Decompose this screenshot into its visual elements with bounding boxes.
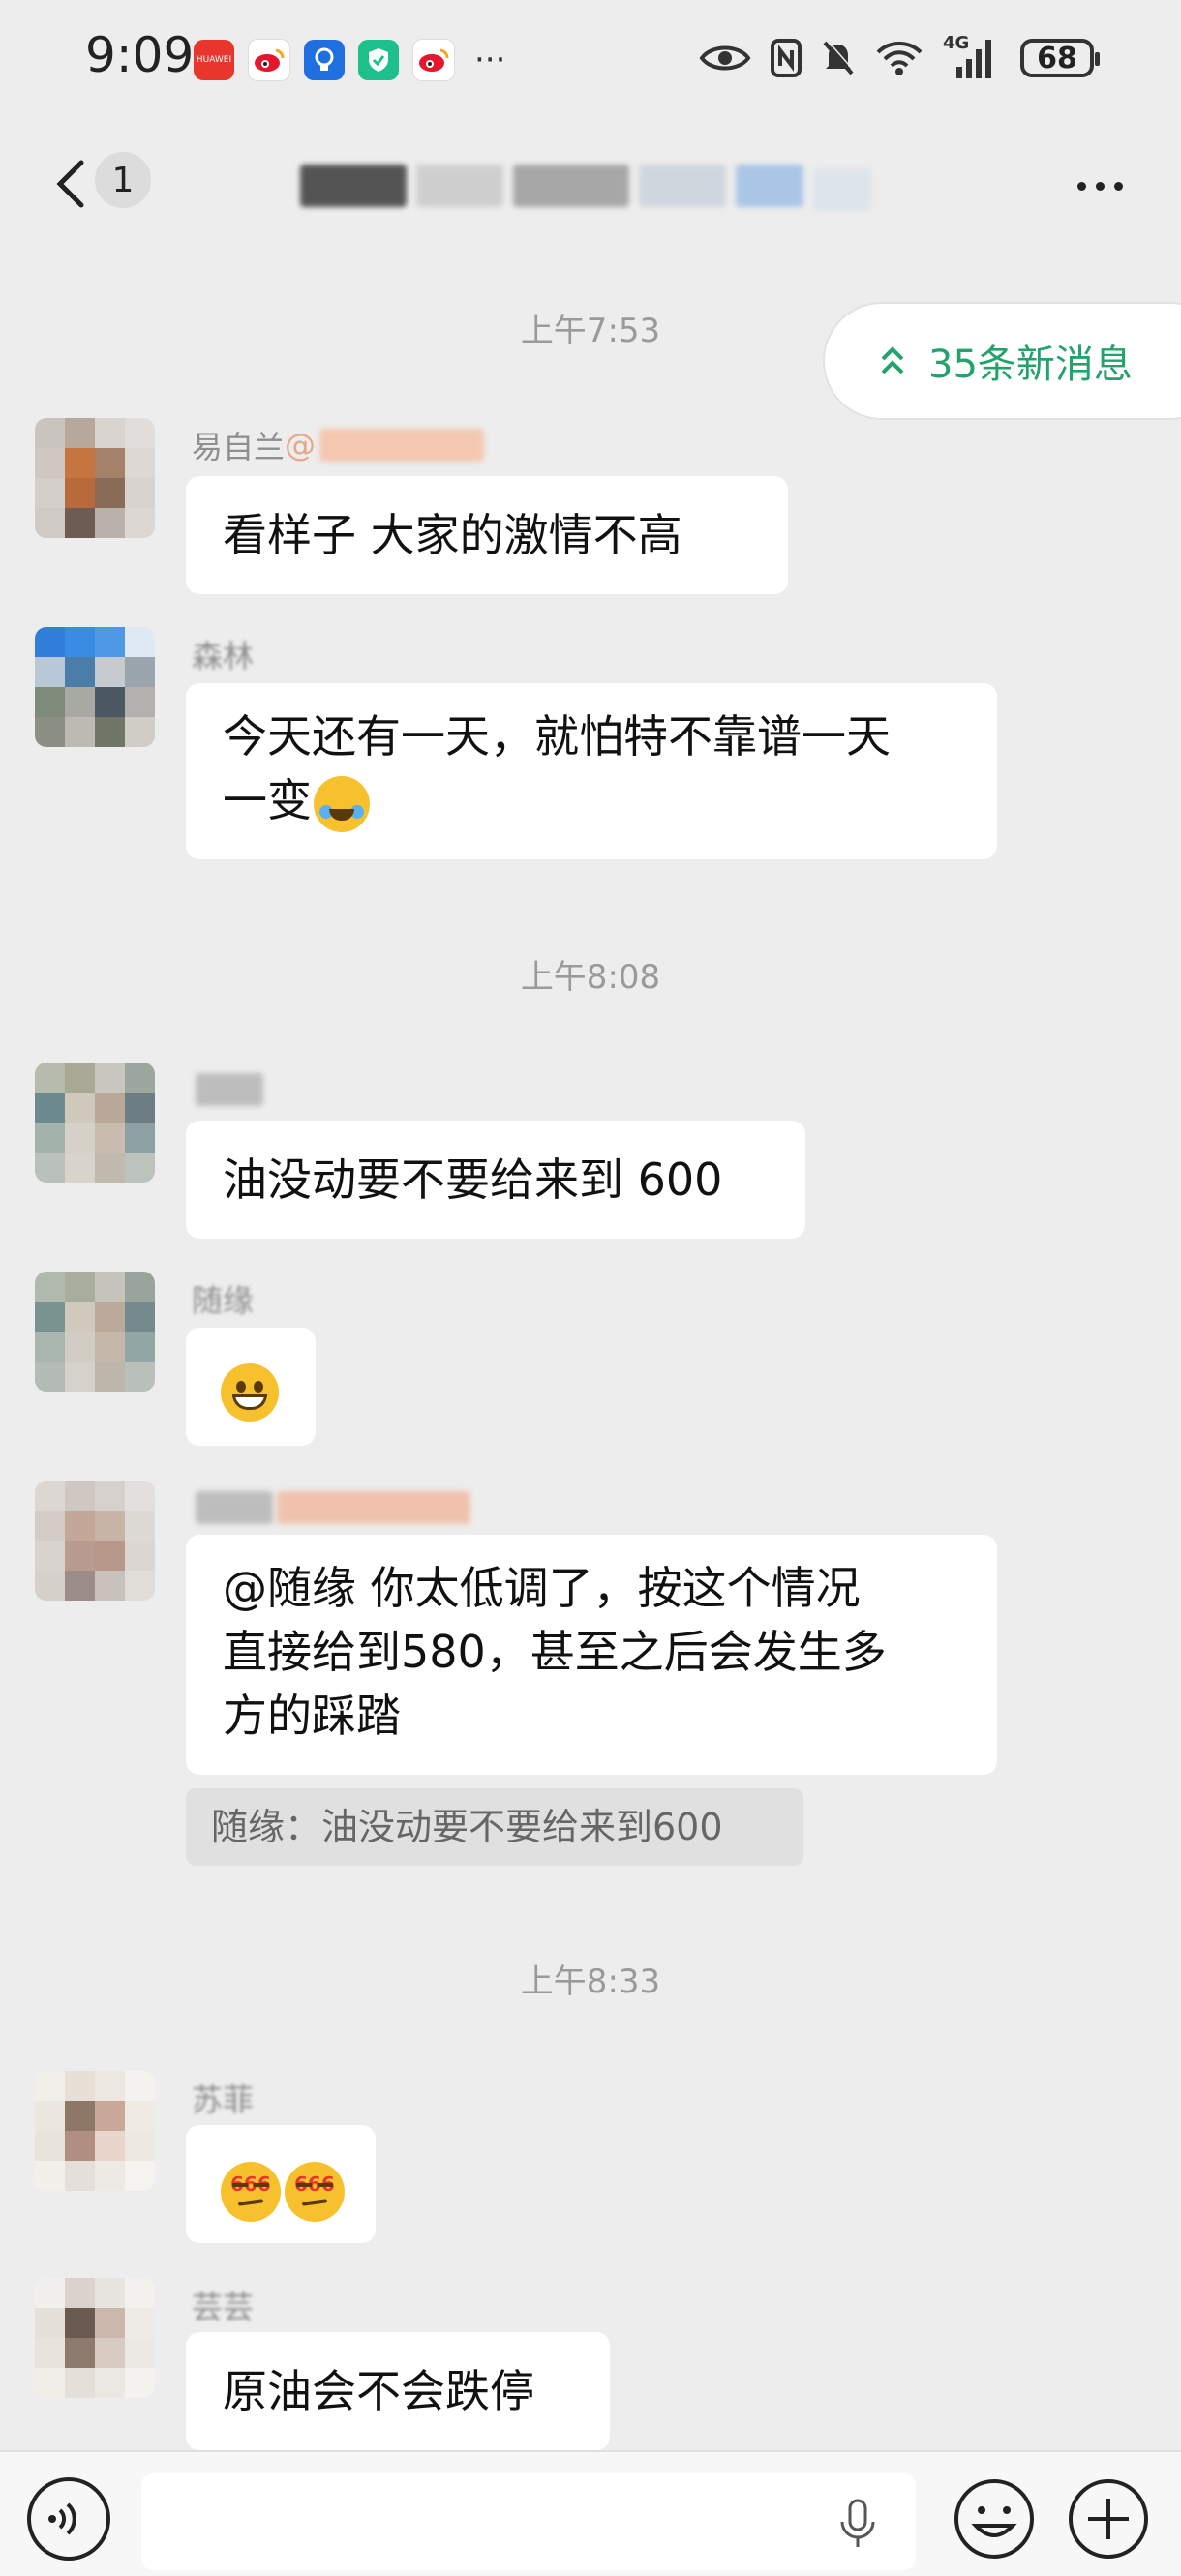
message-bubble[interactable]: 今天还有一天，就怕特不靠谱一天 一变 — [186, 683, 997, 859]
weibo-icon — [412, 39, 455, 81]
sender-name: 易自兰 @ — [192, 424, 485, 466]
avatar[interactable] — [35, 418, 155, 538]
sender-name: 森林 — [192, 638, 255, 674]
avatar[interactable] — [35, 627, 155, 747]
more-notifications-icon: ··· — [474, 41, 506, 79]
message-bubble[interactable]: 看样子 大家的激情不高 — [186, 476, 788, 594]
timestamp: 上午7:53 — [520, 312, 661, 350]
input-bar — [0, 2450, 1181, 2576]
emoji-icon[interactable] — [953, 2477, 1036, 2561]
unread-count-badge[interactable]: 1 — [95, 152, 151, 208]
sender-name: 苏菲 — [192, 2082, 255, 2118]
sender-name — [192, 1486, 470, 1529]
ellipsis-icon[interactable] — [1077, 182, 1123, 191]
bulb-icon — [304, 40, 345, 80]
system-icons: 4G 68 — [699, 33, 1100, 83]
chevron-left-icon[interactable] — [46, 157, 101, 211]
timestamp: 上午8:33 — [520, 1962, 661, 2001]
message-bubble[interactable]: @随缘 你太低调了，按这个情况 直接给到580，甚至之后会发生多 方的踩踏 — [186, 1535, 997, 1775]
huawei-store-icon: HUAWEI — [194, 40, 234, 80]
message-bubble[interactable]: 666 666 — [186, 2125, 376, 2243]
avatar[interactable] — [35, 1481, 155, 1601]
battery-indicator: 68 — [1020, 39, 1100, 77]
laughing-crying-emoji-icon — [314, 775, 370, 832]
sender-name: 芸芸 — [192, 2289, 255, 2325]
wifi-icon — [875, 33, 924, 83]
timestamp: 上午8:08 — [520, 958, 661, 997]
grinning-face-emoji-icon — [221, 1363, 279, 1422]
message-input[interactable] — [141, 2473, 916, 2570]
network-type-label: 4G — [943, 33, 970, 53]
666-emoji-icon: 666 — [221, 2161, 281, 2222]
status-bar: 9:09 HUAWEI ··· 4G 68 — [0, 0, 1181, 116]
shield-icon — [358, 40, 399, 80]
avatar[interactable] — [35, 2071, 155, 2191]
message-bubble[interactable]: 油没动要不要给来到 600 — [186, 1121, 805, 1239]
mention-symbol: @ — [285, 427, 317, 464]
message-bubble[interactable] — [186, 1328, 316, 1446]
avatar[interactable] — [35, 1063, 155, 1183]
weibo-icon — [248, 39, 290, 81]
eye-icon — [699, 33, 751, 83]
quoted-message[interactable]: 随缘：油没动要不要给来到600 — [186, 1788, 803, 1866]
cellular-signal-icon: 4G — [943, 33, 1001, 83]
mute-bell-icon — [821, 33, 856, 83]
sender-name: 随缘 — [192, 1282, 255, 1319]
plus-icon[interactable] — [1067, 2477, 1150, 2561]
avatar[interactable] — [35, 2278, 155, 2398]
sender-name — [192, 1068, 263, 1111]
status-time: 9:09 — [85, 27, 195, 83]
voice-icon[interactable] — [27, 2477, 110, 2561]
nfc-icon — [771, 33, 802, 83]
microphone-icon[interactable] — [838, 2499, 877, 2549]
avatar[interactable] — [35, 1272, 155, 1392]
chat-title — [290, 161, 891, 211]
message-bubble[interactable]: 原油会不会跌停 — [186, 2332, 610, 2450]
666-emoji-icon: 666 — [285, 2161, 345, 2222]
notification-icons: HUAWEI ··· — [194, 39, 505, 81]
